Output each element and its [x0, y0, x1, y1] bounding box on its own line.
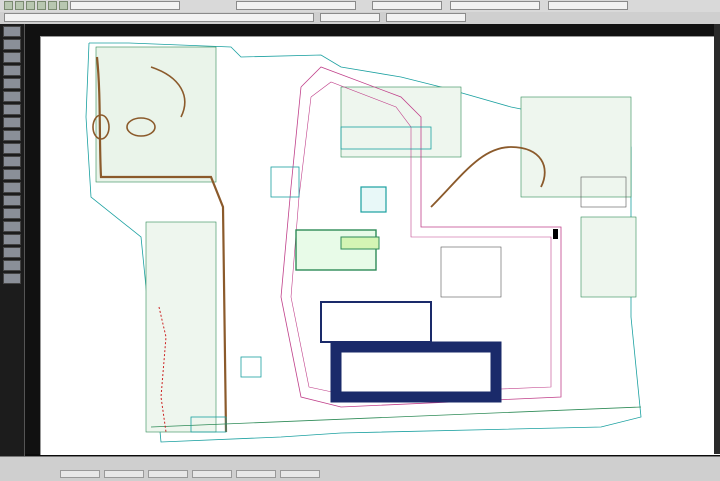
cyan-block [360, 186, 387, 213]
landscape-zone-w [145, 221, 217, 433]
vertical-scrollbar[interactable] [714, 24, 720, 454]
text-icon[interactable] [3, 104, 21, 115]
snap-toggle[interactable] [60, 470, 100, 478]
landscape-zone-e [580, 216, 637, 298]
quick-access-toolbar [4, 1, 68, 10]
chamfer-icon[interactable] [3, 273, 21, 284]
fillet-icon[interactable] [3, 260, 21, 271]
move-icon[interactable] [3, 117, 21, 128]
scale-icon[interactable] [3, 156, 21, 167]
extend-icon[interactable] [3, 182, 21, 193]
dimstyle-dropdown[interactable] [386, 13, 466, 22]
open-icon[interactable] [15, 1, 24, 10]
green-structure-highlight [340, 236, 380, 250]
building-small-2 [440, 246, 502, 298]
rotate-icon[interactable] [3, 143, 21, 154]
building-core [340, 351, 492, 393]
copy-icon[interactable] [3, 130, 21, 141]
lineweight-dropdown[interactable] [548, 1, 628, 10]
osnap-toggle[interactable] [236, 470, 276, 478]
array-icon[interactable] [3, 221, 21, 232]
landscape-zone-ne [520, 96, 632, 198]
tool-palette [0, 24, 25, 480]
redo-icon[interactable] [48, 1, 57, 10]
marker-black [553, 229, 558, 239]
undo-icon[interactable] [37, 1, 46, 10]
erase-icon[interactable] [3, 234, 21, 245]
building-small-5 [240, 356, 262, 378]
building-upper [320, 301, 432, 343]
landscape-zone-nw [95, 46, 217, 183]
properties-bar[interactable] [4, 13, 314, 22]
green-structure [295, 229, 377, 271]
linetype-dropdown[interactable] [450, 1, 540, 10]
ortho-toggle[interactable] [148, 470, 188, 478]
circle-icon[interactable] [3, 52, 21, 63]
style-dropdown[interactable] [320, 13, 380, 22]
polar-toggle[interactable] [192, 470, 232, 478]
plot-icon[interactable] [59, 1, 68, 10]
hatch-icon[interactable] [3, 91, 21, 102]
offset-icon[interactable] [3, 195, 21, 206]
explode-icon[interactable] [3, 247, 21, 258]
save-icon[interactable] [26, 1, 35, 10]
grid-toggle[interactable] [104, 470, 144, 478]
site-plan-drawing [85, 42, 642, 443]
status-bar [0, 456, 720, 481]
layer-dropdown[interactable] [236, 1, 356, 10]
building-small-1 [270, 166, 300, 198]
otrack-toggle[interactable] [280, 470, 320, 478]
new-icon[interactable] [4, 1, 13, 10]
polyline-icon[interactable] [3, 39, 21, 50]
trim-icon[interactable] [3, 169, 21, 180]
workspace-dropdown[interactable] [70, 1, 180, 10]
line-icon[interactable] [3, 26, 21, 37]
arc-icon[interactable] [3, 65, 21, 76]
rectangle-icon[interactable] [3, 78, 21, 89]
mirror-icon[interactable] [3, 208, 21, 219]
color-dropdown[interactable] [372, 1, 442, 10]
drawing-canvas[interactable] [40, 36, 720, 455]
